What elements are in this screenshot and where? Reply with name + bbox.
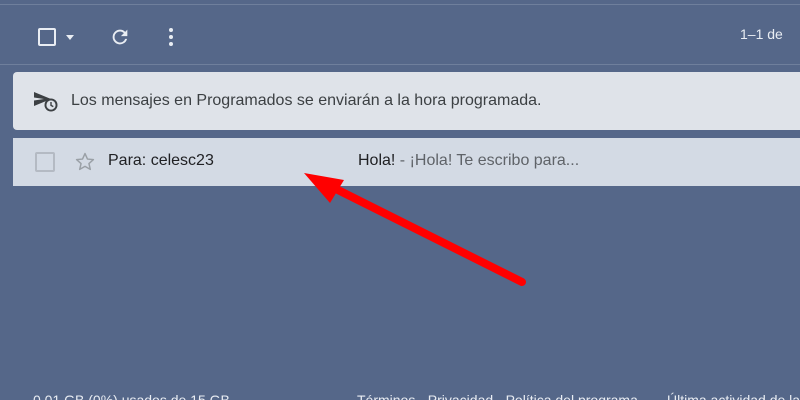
select-all-button[interactable] xyxy=(30,23,82,51)
footer-links[interactable]: Términos · Privacidad · Política del pro… xyxy=(357,392,638,400)
pagination-text: 1–1 de xyxy=(740,26,783,42)
toolbar: 1–1 de xyxy=(0,14,800,60)
more-vert-icon[interactable] xyxy=(168,27,174,47)
banner-text: Los mensajes en Programados se enviarán … xyxy=(71,92,542,109)
annotation-arrow xyxy=(304,173,526,286)
mail-list-view: 1–1 de Los mensajes en Programados se en… xyxy=(0,0,800,400)
mail-row[interactable]: Para: celesc23 Hola! - ¡Hola! Te escribo… xyxy=(13,138,800,186)
caret-down-icon[interactable] xyxy=(66,34,74,40)
recipient: Para: celesc23 xyxy=(108,152,214,169)
footer: 0,01 GB (0%) usados de 15 GB Términos · … xyxy=(0,392,800,400)
row-checkbox[interactable] xyxy=(35,152,55,172)
last-activity: Última actividad de la cuenta xyxy=(667,392,800,400)
star-icon[interactable] xyxy=(73,150,97,174)
refresh-button[interactable] xyxy=(104,23,136,51)
more-options-button[interactable] xyxy=(155,23,187,51)
scheduled-send-icon xyxy=(33,88,59,114)
refresh-icon[interactable] xyxy=(109,26,131,48)
toolbar-divider xyxy=(0,64,800,65)
subject: Hola! xyxy=(358,152,396,169)
snippet: ¡Hola! Te escribo para... xyxy=(409,152,580,169)
subject-line: Hola! - ¡Hola! Te escribo para... xyxy=(358,152,579,170)
separator: - xyxy=(395,152,410,169)
storage-usage: 0,01 GB (0%) usados de 15 GB xyxy=(33,392,230,400)
top-divider xyxy=(0,4,800,5)
scheduled-info-banner: Los mensajes en Programados se enviarán … xyxy=(13,72,800,130)
checkbox-empty-icon[interactable] xyxy=(38,28,56,46)
